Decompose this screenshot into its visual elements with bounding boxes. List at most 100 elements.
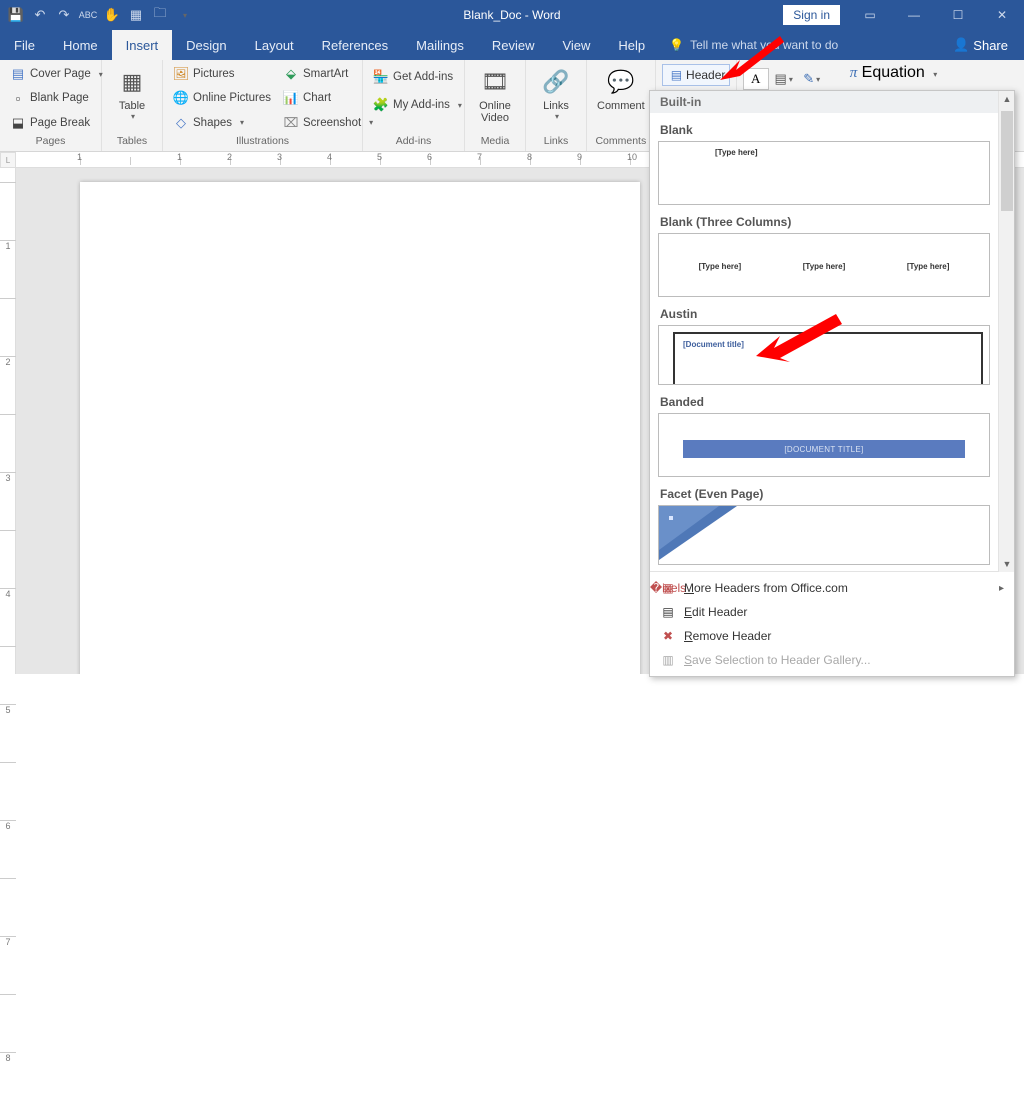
- tab-help[interactable]: Help: [604, 30, 659, 60]
- chart-icon: 📊: [283, 90, 299, 106]
- online-pictures-icon: 🌐: [173, 90, 189, 106]
- links-button[interactable]: 🔗 Links: [532, 62, 580, 135]
- tab-home[interactable]: Home: [49, 30, 112, 60]
- save-selection-header-gallery: ▥ Save Selection to Header Gallery...: [650, 648, 1014, 672]
- tab-references[interactable]: References: [308, 30, 402, 60]
- pictures-button[interactable]: 🖼Pictures: [169, 63, 275, 85]
- edit-header[interactable]: ▤ Edit Header: [650, 600, 1014, 624]
- maximize-icon[interactable]: ☐: [936, 0, 980, 30]
- save-icon[interactable]: 💾: [6, 5, 26, 25]
- gallery-scrollbar[interactable]: ▲ ▼: [998, 91, 1014, 572]
- table-button[interactable]: ▦ Table: [108, 62, 156, 135]
- share-label: Share: [973, 38, 1008, 53]
- table-icon: ▦: [116, 66, 148, 98]
- table-qat-icon[interactable]: ▦: [126, 5, 146, 25]
- store-icon: 🏪: [373, 69, 389, 85]
- gallery-item-austin[interactable]: Austin [Document title]: [658, 303, 990, 385]
- tab-review[interactable]: Review: [478, 30, 549, 60]
- addins-icon: 🧩: [373, 97, 389, 113]
- header-button[interactable]: ▤ Header ▾: [662, 64, 730, 86]
- group-label-illustrations: Illustrations: [169, 135, 356, 151]
- gallery-item-banded[interactable]: Banded [DOCUMENT TITLE]: [658, 391, 990, 477]
- gallery-item-blank[interactable]: Blank [Type here]: [658, 119, 990, 205]
- undo-icon[interactable]: ↶: [30, 5, 50, 25]
- tab-design[interactable]: Design: [172, 30, 240, 60]
- minimize-icon[interactable]: —: [892, 0, 936, 30]
- document-page[interactable]: [80, 182, 640, 674]
- tell-me-search[interactable]: 💡 Tell me what you want to do: [659, 30, 848, 60]
- scroll-thumb[interactable]: [1001, 111, 1013, 211]
- scroll-up-icon[interactable]: ▲: [999, 91, 1015, 107]
- scroll-down-icon[interactable]: ▼: [999, 556, 1015, 572]
- comment-button[interactable]: 💬 Comment: [593, 62, 649, 135]
- ruler-corner: L: [0, 152, 16, 168]
- group-links: 🔗 Links Links: [526, 60, 587, 151]
- pictures-icon: 🖼: [173, 66, 189, 82]
- group-label-pages: Pages: [6, 135, 95, 151]
- spell-icon[interactable]: ABC: [78, 5, 98, 25]
- blank-page-icon: ▫: [10, 90, 26, 106]
- tab-view[interactable]: View: [548, 30, 604, 60]
- online-video-button[interactable]: 🎞 Online Video: [471, 62, 519, 135]
- gallery-footer: �ixels ▦ More Headers from Office.com ▸ …: [650, 571, 1014, 676]
- folder-icon[interactable]: 🗀: [150, 5, 170, 25]
- quick-access-toolbar: 💾 ↶ ↷ ABC ✋ ▦ 🗀: [0, 5, 194, 25]
- ribbon-display-icon[interactable]: ▭: [848, 0, 892, 30]
- link-icon: 🔗: [540, 66, 572, 98]
- textbox-button[interactable]: A: [743, 68, 769, 90]
- tab-mailings[interactable]: Mailings: [402, 30, 478, 60]
- shapes-button[interactable]: ◇Shapes: [169, 112, 275, 134]
- gallery-item-blank-three[interactable]: Blank (Three Columns) [Type here] [Type …: [658, 211, 990, 297]
- edit-header-icon: ▤: [660, 604, 676, 620]
- equation-icon: π: [850, 65, 858, 81]
- group-illustrations: 🖼Pictures 🌐Online Pictures ◇Shapes ⬙Smar…: [163, 60, 363, 151]
- tab-insert[interactable]: Insert: [112, 30, 173, 60]
- more-headers-office[interactable]: �ixels ▦ More Headers from Office.com ▸: [650, 576, 1014, 600]
- tell-me-label: Tell me what you want to do: [690, 38, 838, 52]
- screenshot-icon: ⌧: [283, 115, 299, 131]
- tab-layout[interactable]: Layout: [241, 30, 308, 60]
- redo-icon[interactable]: ↷: [54, 5, 74, 25]
- group-label-media: Media: [471, 135, 519, 151]
- shapes-icon: ◇: [173, 115, 189, 131]
- quick-parts-button[interactable]: ▤: [771, 68, 797, 90]
- online-pictures-button[interactable]: 🌐Online Pictures: [169, 87, 275, 109]
- group-tables: ▦ Table Tables: [102, 60, 163, 151]
- gallery-item-facet-even[interactable]: Facet (Even Page): [658, 483, 990, 565]
- ribbon-tabs: File Home Insert Design Layout Reference…: [0, 30, 1024, 60]
- header-gallery-dropdown: Built-in Blank [Type here] Blank (Three …: [649, 90, 1015, 677]
- equation-button[interactable]: π Equation: [850, 64, 938, 88]
- save-gallery-icon: ▥: [660, 652, 676, 668]
- lightbulb-icon: 💡: [669, 38, 684, 52]
- vertical-ruler[interactable]: 12345678: [0, 168, 16, 674]
- close-icon[interactable]: ✕: [980, 0, 1024, 30]
- group-addins: 🏪Get Add-ins 🧩My Add-ins Add-ins: [363, 60, 465, 151]
- sign-in-button[interactable]: Sign in: [783, 5, 840, 25]
- cover-page-button[interactable]: ▤Cover Page: [6, 63, 107, 85]
- group-label-tables: Tables: [108, 135, 156, 151]
- hand-icon[interactable]: ✋: [102, 5, 122, 25]
- group-label-links: Links: [532, 135, 580, 151]
- gallery-section-builtin: Built-in: [650, 91, 1014, 113]
- group-pages: ▤Cover Page ▫Blank Page ⬓Page Break Page…: [0, 60, 102, 151]
- comment-icon: 💬: [605, 66, 637, 98]
- my-addins-button[interactable]: 🧩My Add-ins: [369, 94, 466, 116]
- office-icon2: ▦: [660, 580, 676, 596]
- group-media: 🎞 Online Video Media: [465, 60, 526, 151]
- get-addins-button[interactable]: 🏪Get Add-ins: [369, 66, 466, 88]
- share-icon: 👤: [953, 37, 969, 53]
- smartart-icon: ⬙: [283, 66, 299, 82]
- page-break-button[interactable]: ⬓Page Break: [6, 112, 107, 134]
- wordart-button[interactable]: ✎: [799, 68, 825, 90]
- qat-customize[interactable]: [174, 5, 194, 25]
- remove-header[interactable]: ✖ Remove Header: [650, 624, 1014, 648]
- chevron-right-icon: ▸: [999, 583, 1004, 594]
- cover-page-icon: ▤: [10, 66, 26, 82]
- header-icon: ▤: [671, 68, 682, 82]
- share-button[interactable]: 👤 Share: [937, 30, 1024, 60]
- video-icon: 🎞: [479, 66, 511, 98]
- group-comments: 💬 Comment Comments: [587, 60, 656, 151]
- tab-file[interactable]: File: [0, 30, 49, 60]
- title-bar: 💾 ↶ ↷ ABC ✋ ▦ 🗀 Blank_Doc - Word Sign in…: [0, 0, 1024, 30]
- blank-page-button[interactable]: ▫Blank Page: [6, 87, 107, 109]
